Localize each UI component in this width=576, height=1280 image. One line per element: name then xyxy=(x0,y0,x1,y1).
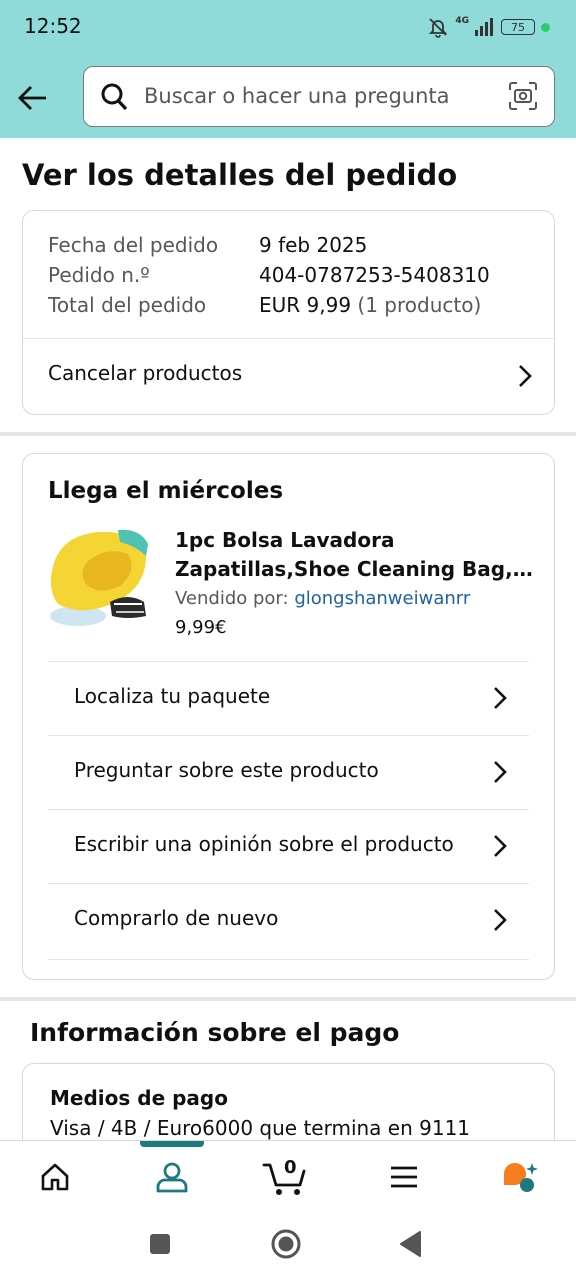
account-icon xyxy=(156,1162,188,1193)
status-bar: 12:52 4G 75 xyxy=(0,0,576,56)
rufus-assistant-icon xyxy=(504,1163,538,1192)
order-summary-card: Fecha del pedido 9 feb 2025 Pedido n.º 4… xyxy=(22,210,555,415)
home-button-icon[interactable] xyxy=(270,1228,302,1260)
nav-rufus[interactable] xyxy=(480,1141,560,1213)
order-total-label: Total del pedido xyxy=(48,293,207,317)
network-type: 4G xyxy=(455,16,469,26)
order-number-value: 404-0787253-5408310 xyxy=(259,263,490,287)
recent-apps-icon[interactable] xyxy=(148,1232,172,1256)
nav-cart[interactable]: 0 xyxy=(245,1141,325,1213)
seller-link[interactable]: glongshanweiwanrr xyxy=(294,588,470,609)
chevron-right-icon xyxy=(494,909,507,931)
page-title: Ver los detalles del pedido xyxy=(22,158,458,192)
product-thumbnail[interactable] xyxy=(48,526,150,630)
status-icons: 4G 75 xyxy=(427,14,550,40)
payment-method-label: Medios de pago xyxy=(50,1086,228,1110)
search-icon xyxy=(101,83,128,111)
delivery-card: Llega el miércoles 1pc Bolsa Lavadora Za… xyxy=(22,453,555,980)
chevron-right-icon xyxy=(494,687,507,709)
ask-product-label: Preguntar sobre este producto xyxy=(74,758,379,782)
product-title-line-1: 1pc Bolsa Lavadora xyxy=(175,528,395,552)
nav-home[interactable] xyxy=(15,1141,95,1213)
product-price: 9,99€ xyxy=(175,617,227,638)
order-date-label: Fecha del pedido xyxy=(48,233,219,257)
divider xyxy=(48,959,529,960)
chevron-right-icon xyxy=(494,761,507,783)
write-review-row[interactable]: Escribir una opinión sobre el producto xyxy=(48,810,529,883)
muted-bell-icon xyxy=(429,18,448,38)
search-input[interactable]: Buscar o hacer una pregunta xyxy=(144,84,450,108)
cancel-products-row[interactable]: Cancelar productos xyxy=(23,339,554,414)
order-date-value: 9 feb 2025 xyxy=(259,233,368,257)
order-number-label: Pedido n.º xyxy=(48,263,150,287)
seller-prefix: Vendido por: xyxy=(175,588,289,609)
cancel-products-label: Cancelar productos xyxy=(48,361,243,385)
status-time: 12:52 xyxy=(24,14,82,38)
hamburger-menu-icon xyxy=(391,1166,417,1188)
battery-level: 75 xyxy=(511,21,525,34)
camera-lens-icon[interactable] xyxy=(508,81,538,111)
payment-section-title: Información sobre el pago xyxy=(30,1018,400,1047)
section-divider xyxy=(0,997,576,1001)
track-package-label: Localiza tu paquete xyxy=(74,684,271,708)
nav-account[interactable] xyxy=(132,1141,212,1213)
delivery-title: Llega el miércoles xyxy=(48,478,284,504)
nav-menu[interactable] xyxy=(364,1141,444,1213)
app-header: Buscar o hacer una pregunta xyxy=(0,56,576,138)
buy-again-label: Comprarlo de nuevo xyxy=(74,906,279,930)
bottom-nav: 0 xyxy=(0,1140,576,1213)
system-nav-bar xyxy=(0,1212,576,1280)
ask-product-row[interactable]: Preguntar sobre este producto xyxy=(48,736,529,809)
product-title[interactable]: 1pc Bolsa Lavadora Zapatillas,Shoe Clean… xyxy=(175,526,535,584)
notification-dot xyxy=(541,22,550,32)
order-total-count: (1 producto) xyxy=(357,293,482,317)
product-title-line-2: Zapatillas,Shoe Cleaning Bag,La... xyxy=(175,557,535,581)
chevron-right-icon xyxy=(519,365,532,387)
cart-count: 0 xyxy=(284,1157,297,1178)
chevron-right-icon xyxy=(494,835,507,857)
write-review-label: Escribir una opinión sobre el producto xyxy=(74,832,454,856)
seller-info: Vendido por: glongshanweiwanrr xyxy=(175,588,470,609)
order-total-amount: EUR 9,99 xyxy=(259,293,352,317)
back-arrow-icon[interactable] xyxy=(12,76,56,120)
signal-icon xyxy=(475,18,493,36)
section-divider xyxy=(0,432,576,436)
buy-again-row[interactable]: Comprarlo de nuevo xyxy=(48,884,529,957)
order-total-value: EUR 9,99 (1 producto) xyxy=(259,293,481,317)
home-icon xyxy=(41,1163,69,1191)
search-bar[interactable]: Buscar o hacer una pregunta xyxy=(83,66,555,127)
battery-icon: 75 xyxy=(501,19,535,35)
back-button-icon[interactable] xyxy=(398,1230,422,1258)
payment-method-value: Visa / 4B / Euro6000 que termina en 9111 xyxy=(50,1116,471,1140)
track-package-row[interactable]: Localiza tu paquete xyxy=(48,662,529,735)
